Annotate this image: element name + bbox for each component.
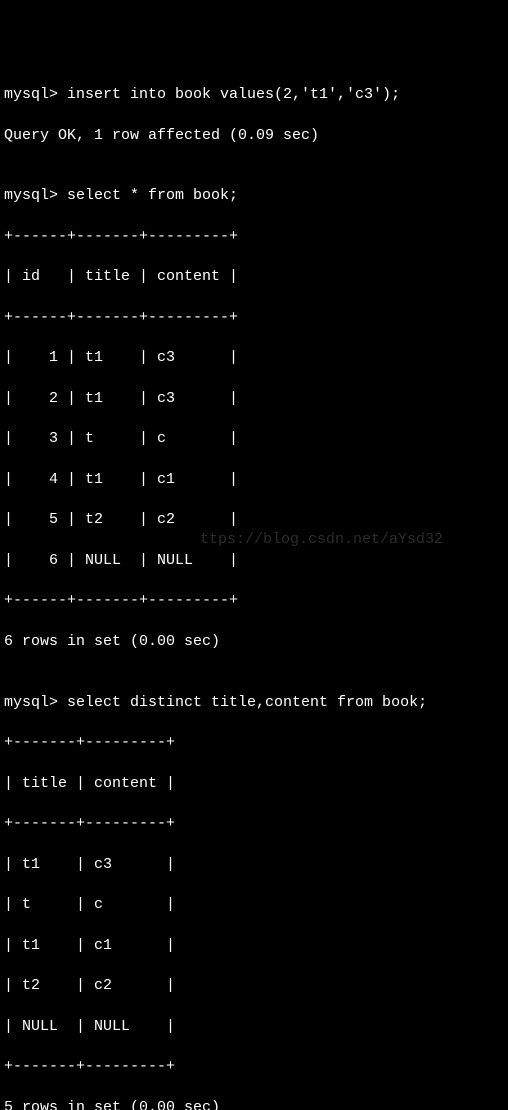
table-row: | t1 | c1 | [4,936,508,956]
table2-border-top: +-------+---------+ [4,733,508,753]
table-row: | t1 | c3 | [4,855,508,875]
table2-footer: 5 rows in set (0.00 sec) [4,1098,508,1110]
table-row: | 2 | t1 | c3 | [4,389,508,409]
insert-statement: mysql> insert into book values(2,'t1','c… [4,85,508,105]
table1-footer: 6 rows in set (0.00 sec) [4,632,508,652]
table2-header: | title | content | [4,774,508,794]
table-row: | 3 | t | c | [4,429,508,449]
table-row: | 4 | t1 | c1 | [4,470,508,490]
table1-border-bot: +------+-------+---------+ [4,591,508,611]
select-distinct-statement: mysql> select distinct title,content fro… [4,693,508,713]
table1-border-mid: +------+-------+---------+ [4,308,508,328]
watermark-text: ttps://blog.csdn.net/aYsd32 [200,530,443,550]
select-all-statement: mysql> select * from book; [4,186,508,206]
table-row: | t2 | c2 | [4,976,508,996]
table-row: | t | c | [4,895,508,915]
table1-header: | id | title | content | [4,267,508,287]
table-row: | 5 | t2 | c2 | [4,510,508,530]
table-row: | 1 | t1 | c3 | [4,348,508,368]
table-row: | 6 | NULL | NULL | [4,551,508,571]
table-row: | NULL | NULL | [4,1017,508,1037]
table1-border-top: +------+-------+---------+ [4,227,508,247]
table2-border-bot: +-------+---------+ [4,1057,508,1077]
table2-border-mid: +-------+---------+ [4,814,508,834]
insert-result: Query OK, 1 row affected (0.09 sec) [4,126,508,146]
